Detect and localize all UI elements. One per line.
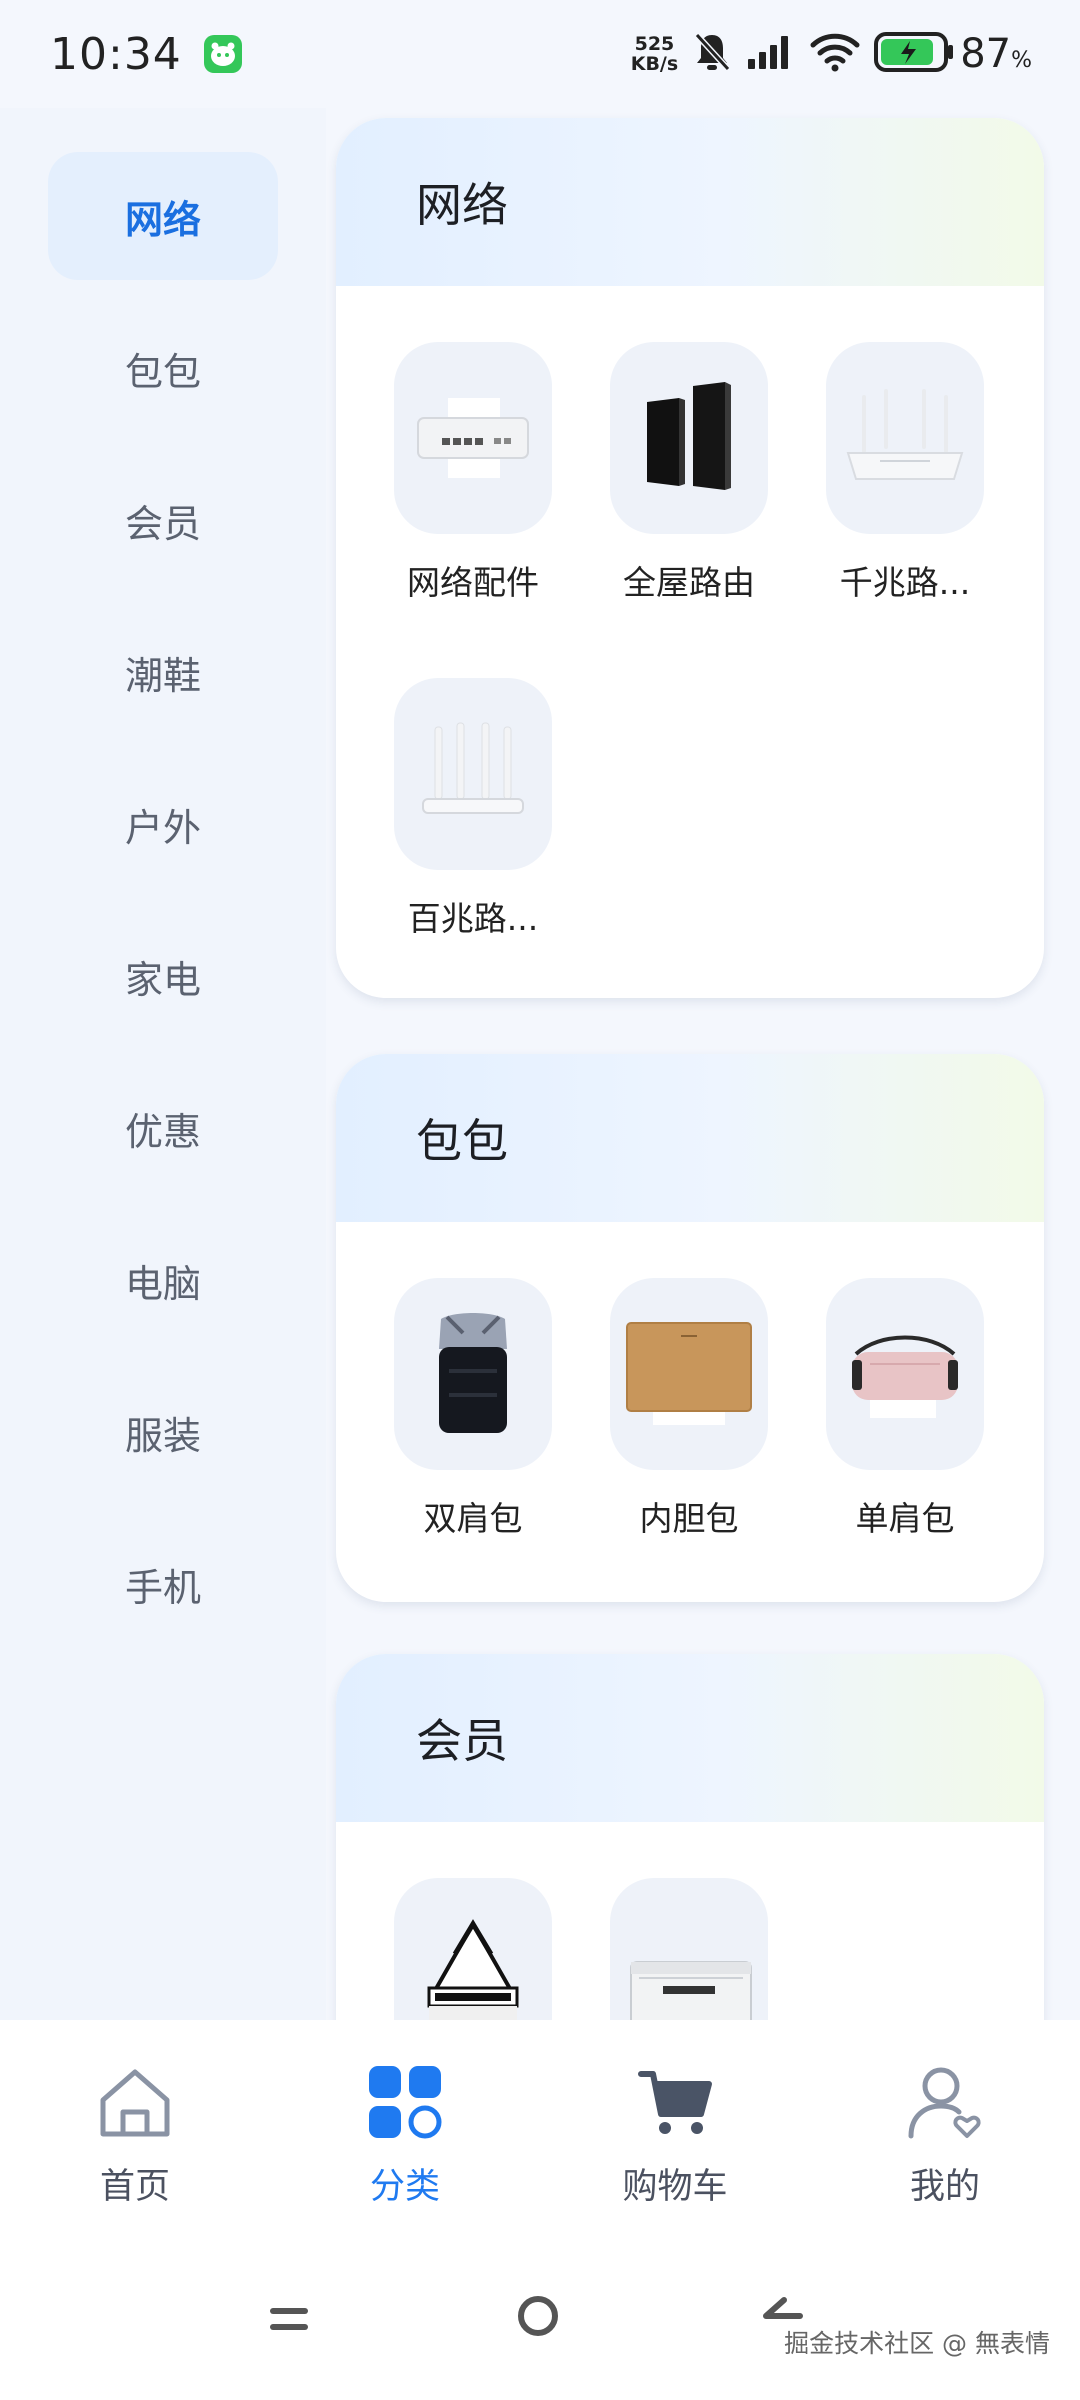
sidebar-item-label: 服装: [124, 1413, 201, 1458]
app-notification-icon: [203, 35, 242, 73]
category-item-label: 双肩包: [423, 1499, 523, 1538]
watermark: 掘金技术社区 @ 無表情: [784, 2329, 1050, 2358]
section-title: 网络: [336, 118, 1044, 286]
tab-label: 分类: [369, 2167, 440, 2207]
category-item[interactable]: [581, 1878, 797, 2020]
sidebar-item-clothing[interactable]: 服装: [48, 1368, 278, 1496]
home-icon: [95, 2064, 175, 2144]
sidebar-item-label: 包包: [124, 349, 201, 394]
category-content[interactable]: 网络 网络配件 全屋路由 千兆路... 百兆路... 包包 双肩包 内胆包 单肩…: [326, 108, 1080, 2020]
status-right: 525 KB/s 87%: [631, 31, 1032, 77]
section-card-network: 网络 网络配件 全屋路由 千兆路... 百兆路...: [336, 118, 1044, 998]
sidebar-item-computers[interactable]: 电脑: [48, 1216, 278, 1344]
network-switch-image: [394, 342, 552, 534]
battery-percent-value: 87: [960, 31, 1012, 77]
category-item[interactable]: 单肩包: [797, 1278, 1013, 1540]
system-navigation-bar: [0, 2240, 1080, 2400]
tab-cart[interactable]: 购物车: [540, 2020, 810, 2240]
backpack-image: [394, 1278, 552, 1470]
status-time: 10:34: [50, 28, 182, 80]
cellular-signal-icon: [746, 33, 796, 75]
wifi-icon: [810, 32, 860, 76]
category-item-label: 全屋路由: [623, 563, 755, 602]
category-item[interactable]: 双肩包: [365, 1278, 581, 1540]
sidebar-item-network[interactable]: 网络: [48, 152, 278, 280]
sidebar-item-label: 手机: [124, 1565, 201, 1610]
sidebar-item-label: 家电: [124, 957, 201, 1002]
sidebar-item-label: 会员: [124, 501, 201, 546]
sidebar-item-label: 优惠: [124, 1109, 201, 1154]
status-left: 10:34: [50, 29, 242, 80]
battery-icon: [874, 31, 956, 77]
category-item[interactable]: 千兆路...: [797, 342, 1013, 604]
recent-apps-icon[interactable]: [268, 2302, 312, 2340]
section-card-membership: 会员: [336, 1654, 1044, 2020]
tab-label: 购物车: [622, 2167, 728, 2207]
category-item-label: 千兆路...: [839, 563, 971, 602]
profile-icon: [905, 2064, 985, 2144]
sidebar-item-label: 户外: [124, 805, 201, 850]
sidebar-item-membership[interactable]: 会员: [48, 456, 278, 584]
bottom-tab-bar: 首页 分类 购物车 我的: [0, 2020, 1080, 2240]
tab-profile[interactable]: 我的: [810, 2020, 1080, 2240]
category-item-label: 网络配件: [407, 563, 539, 602]
sidebar-item-deals[interactable]: 优惠: [48, 1064, 278, 1192]
battery: 87%: [874, 31, 1032, 77]
router-image: [394, 678, 552, 870]
tab-label: 首页: [99, 2167, 170, 2207]
section-title: 包包: [336, 1054, 1044, 1222]
category-item-label: 百兆路...: [407, 899, 539, 938]
category-item[interactable]: 网络配件: [365, 342, 581, 604]
gigabit-router-image: [826, 342, 984, 534]
category-item[interactable]: [365, 1878, 581, 2020]
sidebar-item-outdoor[interactable]: 户外: [48, 760, 278, 888]
section-card-bags: 包包 双肩包 内胆包 单肩包: [336, 1054, 1044, 1602]
network-speed: 525 KB/s: [631, 34, 678, 74]
cart-icon: [635, 2064, 715, 2144]
battery-percent: 87%: [960, 31, 1032, 77]
tab-category[interactable]: 分类: [270, 2020, 540, 2240]
sidebar-item-label: 电脑: [124, 1261, 201, 1306]
sidebar-item-bags[interactable]: 包包: [48, 304, 278, 432]
category-sidebar: 网络 包包 会员 潮鞋 户外 家电 优惠 电脑 服装 手机: [0, 108, 326, 2020]
sidebar-item-label: 网络: [124, 197, 201, 242]
status-bar: 10:34 525 KB/s 87%: [0, 0, 1080, 108]
category-item[interactable]: 百兆路...: [365, 678, 581, 940]
sidebar-item-appliances[interactable]: 家电: [48, 912, 278, 1040]
category-item-label: 内胆包: [639, 1499, 739, 1538]
section-title: 会员: [336, 1654, 1044, 1822]
category-item[interactable]: 内胆包: [581, 1278, 797, 1540]
sidebar-item-label: 潮鞋: [124, 653, 201, 698]
category-item-label: 单肩包: [855, 1499, 955, 1538]
tab-home[interactable]: 首页: [0, 2020, 270, 2240]
battery-percent-unit: %: [1011, 48, 1032, 73]
category-item[interactable]: 全屋路由: [581, 342, 797, 604]
network-speed-unit: KB/s: [630, 53, 679, 75]
bell-muted-icon: [692, 31, 732, 77]
network-speed-value: 525: [634, 33, 675, 55]
laptop-sleeve-image: [610, 1278, 768, 1470]
shoulder-bag-image: [826, 1278, 984, 1470]
sidebar-item-phones[interactable]: 手机: [48, 1520, 278, 1648]
explore-storage-box-image: [610, 1878, 768, 2020]
category-icon: [365, 2064, 445, 2144]
explore-tote-image: [394, 1878, 552, 2020]
sidebar-item-sneakers[interactable]: 潮鞋: [48, 608, 278, 736]
tab-label: 我的: [909, 2167, 980, 2207]
mesh-router-image: [610, 342, 768, 534]
home-circle-icon[interactable]: [514, 2292, 562, 2344]
